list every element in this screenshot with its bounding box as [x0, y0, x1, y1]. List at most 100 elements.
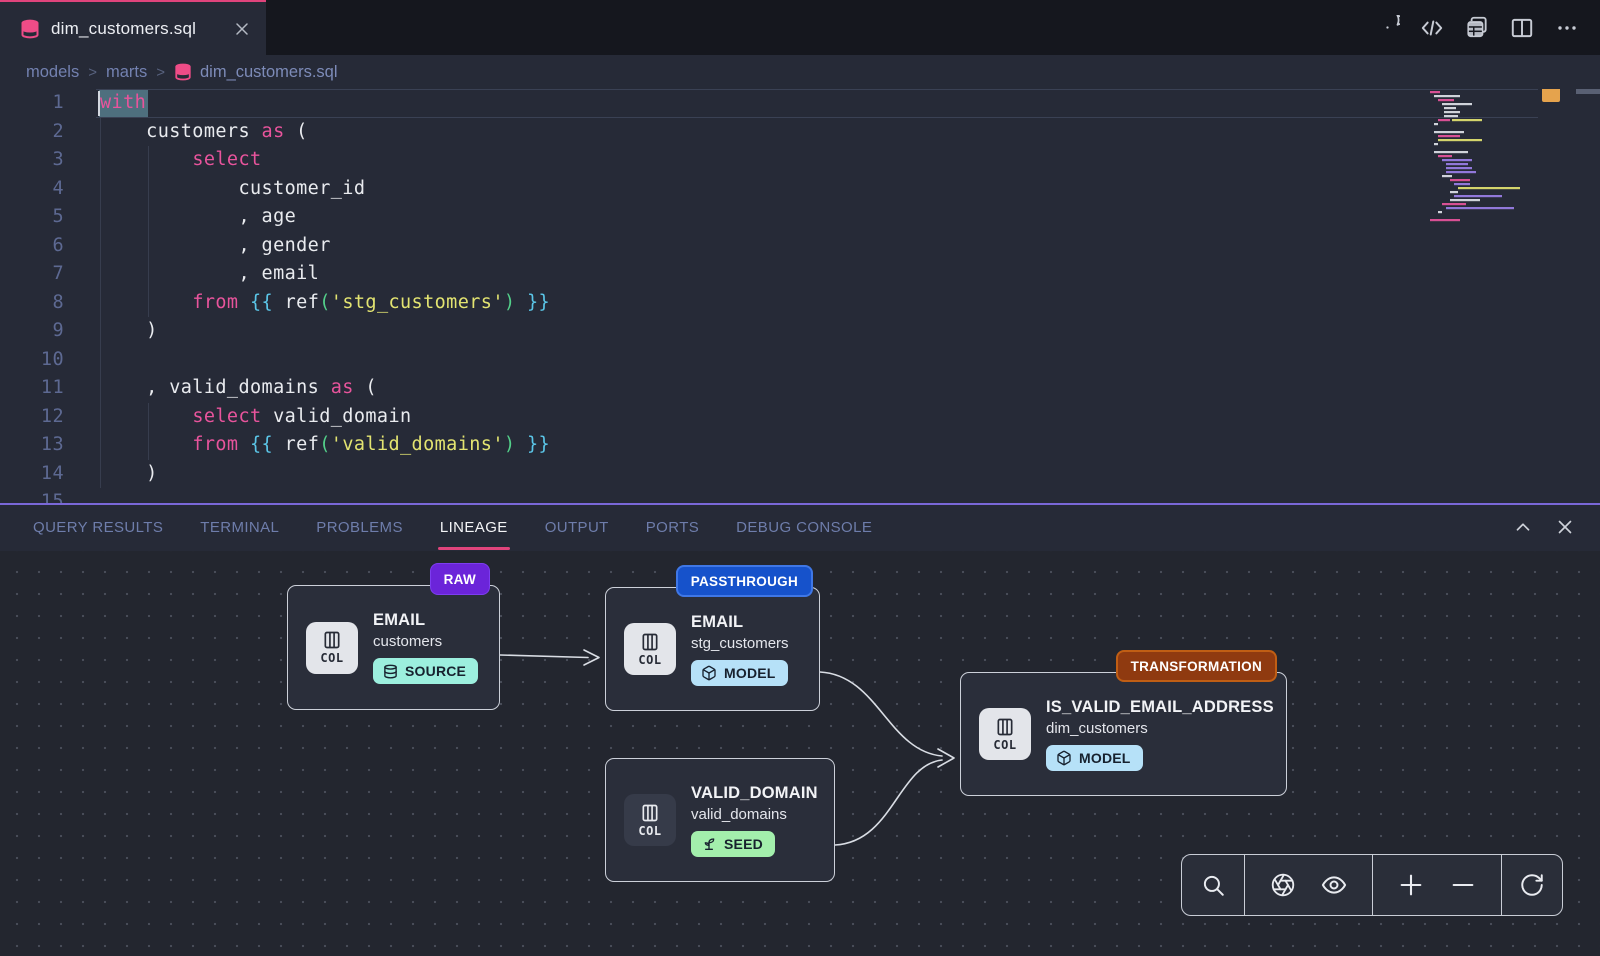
model-badge: MODEL — [1046, 745, 1143, 771]
code-editor[interactable]: 1with2 customers as (3 select4 customer_… — [0, 89, 1600, 503]
breadcrumb-models[interactable]: models — [26, 63, 79, 82]
eye-icon[interactable] — [1320, 871, 1348, 899]
node-title: EMAIL — [691, 613, 743, 632]
tab-ports[interactable]: PORTS — [646, 505, 699, 551]
split-editor-icon[interactable] — [1509, 15, 1535, 41]
tab-title: dim_customers.sql — [51, 19, 221, 39]
database-icon — [383, 664, 398, 679]
sprout-icon — [701, 836, 717, 852]
raw-badge: RAW — [430, 563, 490, 595]
lineage-node-dim-customers[interactable]: TRANSFORMATION COL IS_VALID_EMAIL_ADDRES… — [960, 672, 1287, 796]
code-icon[interactable] — [1419, 15, 1445, 41]
copy-table-icon[interactable] — [1464, 15, 1490, 41]
tab-lineage[interactable]: LINEAGE — [440, 505, 508, 551]
cube-icon — [1056, 750, 1072, 766]
panel-controls — [1512, 503, 1576, 551]
refresh-icon[interactable] — [1518, 871, 1546, 899]
passthrough-badge: PASSTHROUGH — [676, 565, 813, 597]
tab-query-results[interactable]: QUERY RESULTS — [33, 505, 163, 551]
tab-dim-customers[interactable]: dim_customers.sql — [0, 0, 266, 55]
seed-badge: SEED — [691, 831, 775, 857]
tab-output[interactable]: OUTPUT — [545, 505, 609, 551]
overview-ruler-marker — [1542, 89, 1560, 102]
lineage-node-stg-customers[interactable]: PASSTHROUGH COL EMAIL stg_customers MODE… — [605, 587, 820, 711]
dbt-icon[interactable] — [1374, 15, 1400, 41]
line-number: 14 — [0, 460, 64, 489]
tab-terminal[interactable]: TERMINAL — [200, 505, 279, 551]
columns-icon — [995, 717, 1015, 737]
column-chip[interactable]: COL — [624, 623, 676, 675]
code-line[interactable]: 3 select — [0, 146, 1600, 175]
node-title: IS_VALID_EMAIL_ADDRESS — [1046, 698, 1274, 717]
line-number: 9 — [0, 317, 64, 346]
node-subtitle: stg_customers — [691, 635, 789, 652]
model-badge: MODEL — [691, 660, 788, 686]
line-number: 3 — [0, 146, 64, 175]
column-chip[interactable]: COL — [624, 794, 676, 846]
editor-tab-bar: dim_customers.sql — [0, 0, 1600, 55]
node-title: EMAIL — [373, 611, 425, 630]
node-subtitle: customers — [373, 633, 442, 650]
column-chip[interactable]: COL — [979, 708, 1031, 760]
dbt-ide-window: dim_customers.sql models > — [0, 0, 1600, 956]
zoom-in-icon[interactable] — [1397, 871, 1425, 899]
breadcrumb-file[interactable]: dim_customers.sql — [174, 63, 338, 82]
node-title: VALID_DOMAIN — [691, 784, 818, 803]
code-line[interactable]: 5 , age — [0, 203, 1600, 232]
code-line[interactable]: 11 , valid_domains as ( — [0, 374, 1600, 403]
code-line[interactable]: 1with — [0, 89, 1600, 118]
breadcrumb-marts[interactable]: marts — [106, 63, 147, 82]
line-number: 5 — [0, 203, 64, 232]
column-chip[interactable]: COL — [306, 622, 358, 674]
line-number: 7 — [0, 260, 64, 289]
code-line[interactable]: 7 , email — [0, 260, 1600, 289]
line-number: 11 — [0, 374, 64, 403]
minimap[interactable] — [1428, 89, 1536, 279]
line-number: 6 — [0, 232, 64, 261]
code-line[interactable]: 2 customers as ( — [0, 118, 1600, 147]
code-line[interactable]: 4 customer_id — [0, 175, 1600, 204]
line-number: 2 — [0, 118, 64, 147]
columns-icon — [640, 803, 660, 823]
line-number: 13 — [0, 431, 64, 460]
code-line[interactable]: 12 select valid_domain — [0, 403, 1600, 432]
search-icon[interactable] — [1199, 871, 1227, 899]
node-subtitle: valid_domains — [691, 806, 787, 823]
more-actions-icon[interactable] — [1554, 15, 1580, 41]
editor-actions — [1374, 0, 1580, 55]
close-panel-icon[interactable] — [1554, 516, 1576, 538]
database-icon — [174, 63, 192, 81]
lineage-node-customers[interactable]: RAW COL EMAIL customers SOURCE — [287, 585, 500, 710]
code-line[interactable]: 15 — [0, 488, 1600, 503]
lineage-node-valid-domains[interactable]: COL VALID_DOMAIN valid_domains SEED — [605, 758, 835, 882]
lineage-canvas[interactable]: RAW COL EMAIL customers SOURCE PASSTHROU — [0, 551, 1600, 956]
code-line[interactable]: 13 from {{ ref('valid_domains') }} — [0, 431, 1600, 460]
chevron-up-icon[interactable] — [1512, 516, 1534, 538]
breadcrumb: models > marts > dim_customers.sql — [0, 55, 1600, 89]
transformation-badge: TRANSFORMATION — [1116, 650, 1277, 682]
columns-icon — [640, 632, 660, 652]
line-number: 15 — [0, 488, 64, 503]
code-line[interactable]: 8 from {{ ref('stg_customers') }} — [0, 289, 1600, 318]
code-line[interactable]: 14 ) — [0, 460, 1600, 489]
code-line[interactable]: 10 — [0, 346, 1600, 375]
line-number: 10 — [0, 346, 64, 375]
line-number: 1 — [0, 89, 64, 118]
breadcrumb-separator: > — [156, 64, 165, 81]
node-subtitle: dim_customers — [1046, 720, 1148, 737]
source-badge: SOURCE — [373, 658, 478, 684]
aperture-icon[interactable] — [1269, 871, 1297, 899]
columns-icon — [322, 630, 342, 650]
code-line[interactable]: 9 ) — [0, 317, 1600, 346]
code-line[interactable]: 6 , gender — [0, 232, 1600, 261]
lineage-toolbar — [1181, 854, 1563, 916]
code-lines: 1with2 customers as (3 select4 customer_… — [0, 89, 1600, 503]
tab-problems[interactable]: PROBLEMS — [316, 505, 403, 551]
zoom-out-icon[interactable] — [1449, 871, 1477, 899]
tab-debug-console[interactable]: DEBUG CONSOLE — [736, 505, 872, 551]
line-number: 8 — [0, 289, 64, 318]
scrollbar-indicator — [1576, 89, 1600, 94]
breadcrumb-separator: > — [88, 64, 97, 81]
cube-icon — [701, 665, 717, 681]
close-tab-icon[interactable] — [232, 19, 252, 39]
